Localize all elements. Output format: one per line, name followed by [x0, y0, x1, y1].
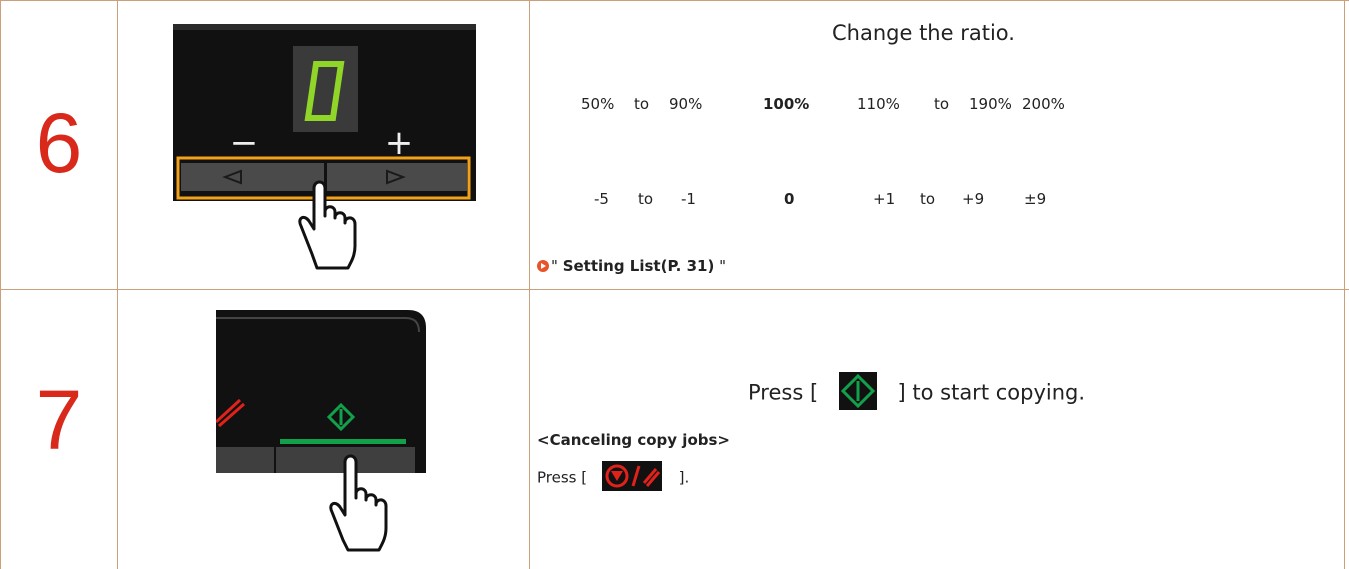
ratio-range1-from: 50% — [581, 95, 615, 113]
display-range2-to: +9 — [962, 190, 985, 208]
control-panel-image — [216, 310, 426, 552]
display-max: ±9 — [1024, 190, 1047, 208]
ratio-range1-to: 90% — [669, 95, 703, 113]
row-divider — [0, 289, 1349, 290]
table-left-border — [0, 0, 1, 569]
ratio-to-2: to — [934, 95, 950, 113]
display-range1-from: -5 — [594, 190, 609, 208]
ratio-range2-from: 110% — [857, 95, 900, 113]
display-range2-from: +1 — [873, 190, 896, 208]
start-key-icon — [838, 372, 877, 415]
col-divider-1 — [117, 0, 118, 569]
col-divider-2 — [529, 0, 530, 569]
step-number: 7 — [35, 373, 83, 467]
start-instruction-suffix: ] to start copying. — [897, 380, 1086, 405]
ratio-keys-illustration: − + — [173, 16, 476, 273]
start-instruction: Press [ ] to start copying. — [748, 372, 1085, 415]
link-arrow-icon — [537, 260, 549, 272]
step-number: 6 — [35, 96, 83, 190]
setting-list-link[interactable]: " Setting List(P. 31) " — [537, 257, 726, 275]
table-top-border — [0, 0, 1349, 1]
cancel-instruction: Press [ ]. — [537, 461, 689, 495]
ratio-center: 100% — [763, 95, 810, 113]
table-right-border — [1344, 0, 1345, 569]
ratio-max: 200% — [1022, 95, 1065, 113]
cancel-heading: <Canceling copy jobs> — [537, 431, 730, 449]
cancel-instruction-prefix: Press [ — [537, 468, 588, 487]
step-heading: Change the ratio. — [832, 21, 1015, 45]
display-to-1: to — [638, 190, 654, 208]
setting-list-link-text[interactable]: Setting List(P. 31) — [563, 257, 715, 275]
display-center: 0 — [784, 190, 795, 208]
display-to-2: to — [920, 190, 936, 208]
ratio-range2-to: 190% — [969, 95, 1012, 113]
cancel-instruction-suffix: ]. — [678, 468, 690, 487]
start-key-illustration — [216, 302, 434, 556]
ratio-to-1: to — [634, 95, 650, 113]
start-instruction-prefix: Press [ — [748, 380, 819, 405]
display-range1-to: -1 — [681, 190, 696, 208]
control-panel-image: − + — [173, 24, 476, 270]
stop-reset-key-icon — [601, 461, 662, 495]
